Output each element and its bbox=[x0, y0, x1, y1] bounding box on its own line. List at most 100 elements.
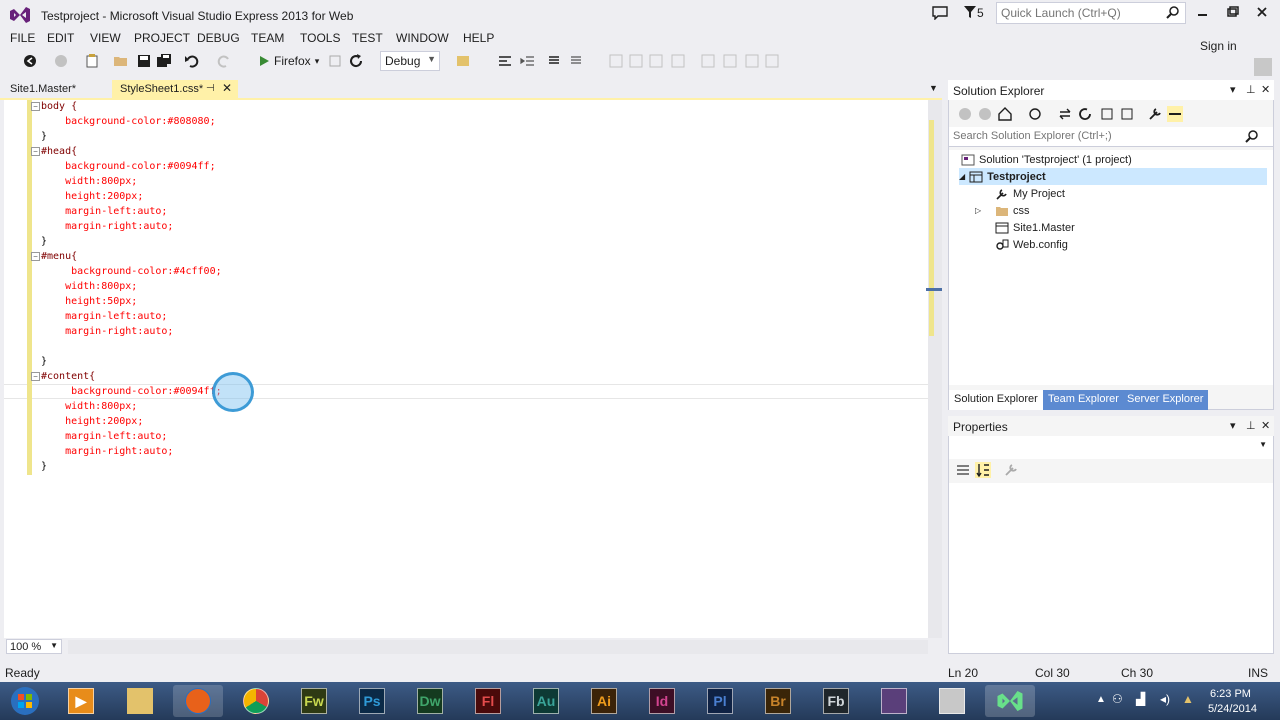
menu-view[interactable]: VIEW bbox=[90, 31, 121, 45]
collapse-toggle[interactable]: − bbox=[31, 102, 40, 111]
code-line[interactable]: body { bbox=[41, 99, 77, 114]
solution-search-input[interactable] bbox=[949, 127, 1229, 145]
menu-file[interactable]: FILE bbox=[10, 31, 35, 45]
network-adapter-icon[interactable]: ⚇ bbox=[1112, 692, 1123, 706]
collapse-toggle[interactable]: − bbox=[31, 147, 40, 156]
close-icon[interactable]: ✕ bbox=[1261, 83, 1270, 96]
photoshop-icon[interactable]: Ps bbox=[347, 685, 397, 717]
menu-edit[interactable]: EDIT bbox=[47, 31, 74, 45]
code-line[interactable]: } bbox=[41, 459, 47, 474]
undo-icon[interactable] bbox=[184, 53, 200, 69]
menu-team[interactable]: TEAM bbox=[251, 31, 284, 45]
bookmark-prev-icon[interactable] bbox=[722, 53, 738, 69]
open-file-icon[interactable] bbox=[113, 53, 129, 69]
tree-item-my-project[interactable]: My Project bbox=[995, 185, 1065, 202]
collapse-all-icon[interactable] bbox=[1099, 106, 1115, 122]
layout-icon[interactable] bbox=[608, 53, 624, 69]
code-line[interactable]: margin-left:auto; bbox=[41, 309, 167, 324]
menu-debug[interactable]: DEBUG bbox=[197, 31, 240, 45]
code-line[interactable]: width:800px; bbox=[41, 279, 137, 294]
layout-columns-icon[interactable] bbox=[670, 53, 686, 69]
start-debugging-button[interactable]: Firefox ▾ bbox=[258, 52, 319, 70]
properties-object-select[interactable]: ▼ bbox=[949, 437, 1273, 457]
illustrator-icon[interactable]: Ai bbox=[579, 685, 629, 717]
layout-split-icon[interactable] bbox=[648, 53, 664, 69]
indent-icon[interactable] bbox=[520, 53, 536, 69]
clock-date[interactable]: 5/24/2014 bbox=[1208, 703, 1257, 715]
code-line[interactable]: height:50px; bbox=[41, 294, 137, 309]
quick-launch-input[interactable] bbox=[997, 3, 1157, 23]
fireworks-icon[interactable]: Fw bbox=[289, 685, 339, 717]
media-player-icon[interactable]: ▶ bbox=[56, 685, 106, 717]
search-icon[interactable] bbox=[1245, 130, 1258, 143]
tab-stylesheet1-css[interactable]: StyleSheet1.css* bbox=[112, 80, 238, 99]
visual-studio-icon[interactable] bbox=[985, 685, 1035, 717]
tab-solution-explorer[interactable]: Solution Explorer bbox=[949, 390, 1043, 410]
clear-bookmarks-icon[interactable] bbox=[764, 53, 780, 69]
tab-server-explorer[interactable]: Server Explorer bbox=[1122, 390, 1209, 410]
categorized-icon[interactable] bbox=[955, 462, 971, 478]
home-icon[interactable] bbox=[997, 106, 1013, 122]
comment-lines-icon[interactable] bbox=[546, 53, 562, 69]
code-line[interactable]: margin-right:auto; bbox=[41, 219, 173, 234]
chevron-down-icon[interactable]: ▾ bbox=[1230, 83, 1236, 96]
sync-icon[interactable] bbox=[1057, 106, 1073, 122]
refresh-icon[interactable] bbox=[348, 53, 364, 69]
redo-icon[interactable] bbox=[216, 53, 232, 69]
vs-express-icon[interactable] bbox=[869, 685, 919, 717]
filter-icon[interactable] bbox=[964, 5, 976, 19]
menu-project[interactable]: PROJECT bbox=[134, 31, 190, 45]
volume-icon[interactable]: ◂) bbox=[1160, 692, 1170, 706]
pending-changes-icon[interactable] bbox=[1027, 106, 1043, 122]
format-document-icon[interactable] bbox=[497, 53, 513, 69]
code-line[interactable]: height:200px; bbox=[41, 189, 143, 204]
menu-window[interactable]: WINDOW bbox=[396, 31, 449, 45]
save-icon[interactable] bbox=[136, 53, 152, 69]
code-line[interactable]: background-color:#808080; bbox=[41, 114, 216, 129]
code-editor[interactable] bbox=[4, 100, 928, 638]
menu-test[interactable]: TEST bbox=[352, 31, 383, 45]
restore-button[interactable] bbox=[1220, 4, 1244, 22]
code-line[interactable]: height:200px; bbox=[41, 414, 143, 429]
properties-wrench-icon[interactable] bbox=[1147, 106, 1163, 122]
close-window-button[interactable] bbox=[1250, 4, 1274, 22]
alphabetical-icon[interactable] bbox=[975, 462, 991, 478]
tree-item-project[interactable]: ◢ Testproject bbox=[959, 168, 1267, 185]
find-icon[interactable] bbox=[455, 53, 471, 69]
code-line[interactable]: margin-left:auto; bbox=[41, 429, 167, 444]
forward-icon[interactable] bbox=[977, 106, 993, 122]
collapse-toggle[interactable]: − bbox=[31, 372, 40, 381]
new-project-icon[interactable] bbox=[84, 53, 100, 69]
close-icon[interactable]: ✕ bbox=[1261, 419, 1270, 432]
pin-icon[interactable]: ⊥ bbox=[1246, 83, 1256, 96]
flash-builder-icon[interactable]: Fb bbox=[811, 685, 861, 717]
quick-launch-box[interactable] bbox=[996, 2, 1186, 24]
save-all-icon[interactable] bbox=[156, 53, 172, 69]
pin-icon[interactable]: ⊥ bbox=[1246, 419, 1256, 432]
signal-strength-icon[interactable]: ▟ bbox=[1136, 692, 1145, 706]
indesign-icon[interactable]: Id bbox=[637, 685, 687, 717]
dreamweaver-icon[interactable]: Dw bbox=[405, 685, 455, 717]
collapse-toggle[interactable]: − bbox=[31, 252, 40, 261]
layout-grid-icon[interactable] bbox=[628, 53, 644, 69]
uncomment-lines-icon[interactable] bbox=[568, 53, 584, 69]
prelude-icon[interactable]: Pl bbox=[695, 685, 745, 717]
show-hidden-icons-icon[interactable]: ▲ bbox=[1096, 694, 1106, 705]
refresh-icon[interactable] bbox=[1077, 106, 1093, 122]
shield-icon[interactable]: ▲ bbox=[1182, 692, 1194, 706]
code-line[interactable]: margin-right:auto; bbox=[41, 444, 173, 459]
remote-desktop-icon[interactable] bbox=[927, 685, 977, 717]
code-line[interactable]: } bbox=[41, 129, 47, 144]
tree-item-site1-master[interactable]: Site1.Master bbox=[995, 219, 1075, 236]
editor-horizontal-scrollbar[interactable] bbox=[68, 640, 928, 654]
code-line[interactable]: } bbox=[41, 234, 47, 249]
code-line[interactable]: margin-right:auto; bbox=[41, 324, 173, 339]
audition-icon[interactable]: Au bbox=[521, 685, 571, 717]
bookmark-next-icon[interactable] bbox=[744, 53, 760, 69]
forward-icon[interactable] bbox=[53, 53, 69, 69]
chevron-down-icon[interactable]: ▾ bbox=[1230, 419, 1236, 432]
bridge-icon[interactable]: Br bbox=[753, 685, 803, 717]
solution-configuration-select[interactable]: Debug ▼ bbox=[380, 51, 440, 71]
code-line[interactable]: #head{ bbox=[41, 144, 77, 159]
menu-help[interactable]: HELP bbox=[463, 31, 494, 45]
